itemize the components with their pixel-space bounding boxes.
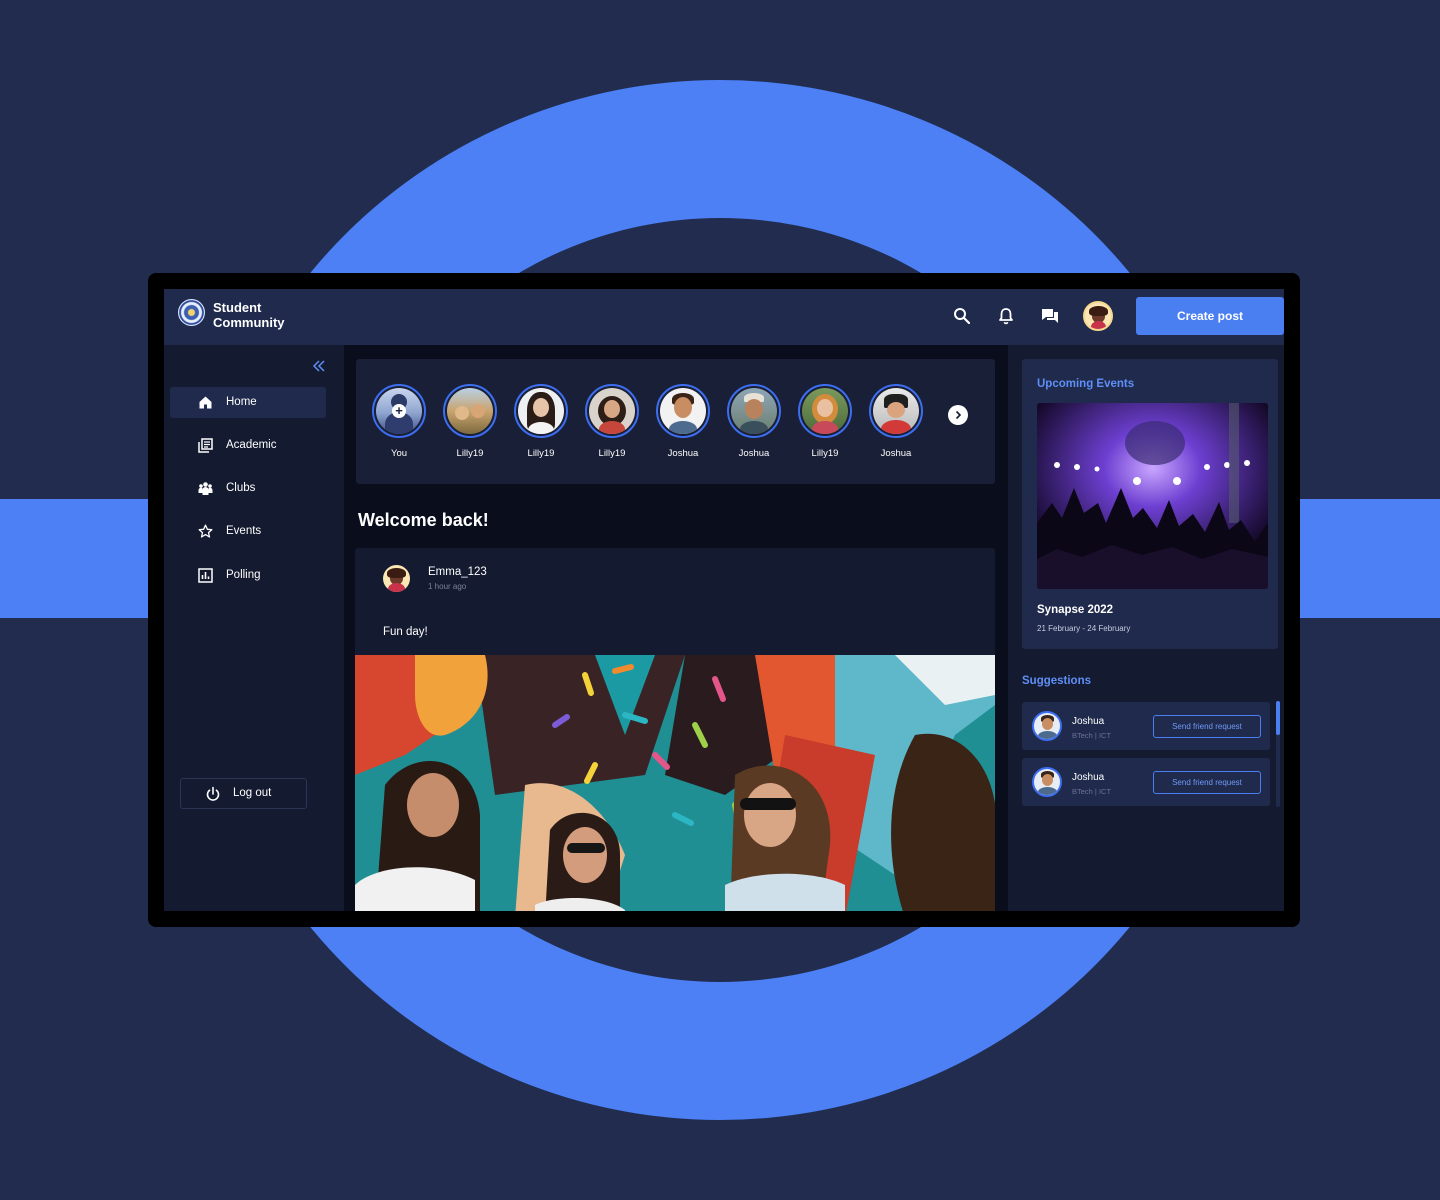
story-item[interactable]: Joshua: [653, 384, 713, 459]
sidebar-item-clubs[interactable]: Clubs: [170, 473, 326, 504]
app-screen: Student Community Create post Home Acade…: [164, 289, 1284, 911]
story-name: Joshua: [738, 448, 770, 459]
event-image[interactable]: [1037, 403, 1268, 589]
suggestion-name[interactable]: Joshua: [1072, 772, 1104, 783]
post-image[interactable]: [355, 655, 995, 911]
story-name: Lilly19: [527, 448, 555, 459]
post-username[interactable]: Emma_123: [428, 566, 487, 578]
top-bar: Student Community Create post: [164, 289, 1284, 345]
story-item[interactable]: Lilly19: [511, 384, 571, 459]
story-name: Joshua: [667, 448, 699, 459]
story-name: Lilly19: [811, 448, 839, 459]
story-item[interactable]: Joshua: [724, 384, 784, 459]
home-icon: [198, 395, 213, 410]
app-logo[interactable]: [178, 299, 205, 326]
suggestion-item: Joshua BTech | ICT Send friend request: [1022, 702, 1270, 750]
story-item[interactable]: Lilly19: [795, 384, 855, 459]
story-avatar: [589, 388, 635, 434]
sidebar-item-events[interactable]: Events: [170, 516, 326, 547]
user-avatar[interactable]: [1083, 301, 1113, 331]
story-avatar: [447, 388, 493, 434]
device-frame: Student Community Create post Home Acade…: [148, 273, 1300, 927]
stories-bar: + You Lilly19 Lilly19 Lilly19 Joshua Jos…: [356, 359, 995, 484]
suggestions-title: Suggestions: [1022, 675, 1092, 687]
stories-next-button[interactable]: [948, 405, 968, 425]
story-item[interactable]: + You: [369, 384, 429, 459]
sidebar-item-label: Academic: [226, 439, 277, 451]
story-avatar: [660, 388, 706, 434]
brand-name: Student Community: [213, 300, 303, 330]
sidebar-item-academic[interactable]: Academic: [170, 430, 326, 461]
suggestion-avatar[interactable]: [1032, 711, 1062, 741]
story-item[interactable]: Lilly19: [440, 384, 500, 459]
welcome-heading: Welcome back!: [358, 510, 489, 530]
post-avatar[interactable]: [383, 565, 410, 592]
chat-icon[interactable]: [1040, 306, 1060, 326]
sidebar-item-label: Polling: [226, 569, 261, 581]
send-friend-request-button[interactable]: Send friend request: [1153, 715, 1261, 738]
upcoming-events-card[interactable]: Upcoming Events Synapse 2022 21 February…: [1022, 359, 1278, 649]
right-panel: Upcoming Events Synapse 2022 21 February…: [1008, 345, 1284, 911]
star-icon: [198, 524, 213, 539]
upcoming-events-title: Upcoming Events: [1037, 378, 1135, 390]
event-name: Synapse 2022: [1037, 604, 1114, 616]
story-item[interactable]: Joshua: [866, 384, 926, 459]
sidebar-item-label: Events: [226, 525, 262, 537]
story-avatar: [731, 388, 777, 434]
poll-icon: [198, 568, 213, 583]
create-post-button[interactable]: Create post: [1136, 297, 1284, 335]
suggestion-avatar[interactable]: [1032, 767, 1062, 797]
suggestion-detail: BTech | ICT: [1072, 731, 1112, 740]
collapse-sidebar-icon[interactable]: [312, 359, 326, 373]
suggestion-item: Joshua BTech | ICT Send friend request: [1022, 758, 1270, 806]
send-friend-request-button[interactable]: Send friend request: [1153, 771, 1261, 794]
brand-line-1: Student: [213, 300, 262, 315]
bell-icon[interactable]: [996, 306, 1016, 326]
story-avatar: [873, 388, 919, 434]
search-icon[interactable]: [952, 306, 972, 326]
logout-label: Log out: [233, 787, 272, 799]
post-text: Fun day!: [383, 626, 428, 638]
power-icon: [205, 786, 221, 802]
brand-line-2: Community: [213, 315, 285, 330]
story-name: Lilly19: [598, 448, 626, 459]
chevron-right-icon: [955, 410, 962, 420]
group-icon: [198, 481, 213, 496]
story-name: You: [390, 448, 408, 459]
story-name: Lilly19: [456, 448, 484, 459]
sidebar-item-polling[interactable]: Polling: [170, 560, 326, 591]
suggestion-detail: BTech | ICT: [1072, 787, 1112, 796]
sidebar-item-label: Clubs: [226, 482, 256, 494]
sidebar-item-home[interactable]: Home: [170, 387, 326, 418]
logout-button[interactable]: Log out: [180, 778, 307, 809]
library-icon: [198, 438, 213, 453]
feed-post: Emma_123 1 hour ago Fun day!: [355, 548, 995, 911]
event-date: 21 February - 24 February: [1037, 624, 1131, 633]
suggestions-scrollbar-thumb[interactable]: [1276, 701, 1280, 735]
add-story-icon: +: [392, 404, 406, 418]
sidebar-item-label: Home: [226, 396, 257, 408]
story-avatar: +: [376, 388, 422, 434]
suggestion-name[interactable]: Joshua: [1072, 716, 1104, 727]
sidebar: Home Academic Clubs Events Polling Log o…: [164, 345, 344, 911]
post-timestamp: 1 hour ago: [428, 582, 467, 591]
story-name: Joshua: [880, 448, 912, 459]
story-item[interactable]: Lilly19: [582, 384, 642, 459]
story-avatar: [518, 388, 564, 434]
story-avatar: [802, 388, 848, 434]
